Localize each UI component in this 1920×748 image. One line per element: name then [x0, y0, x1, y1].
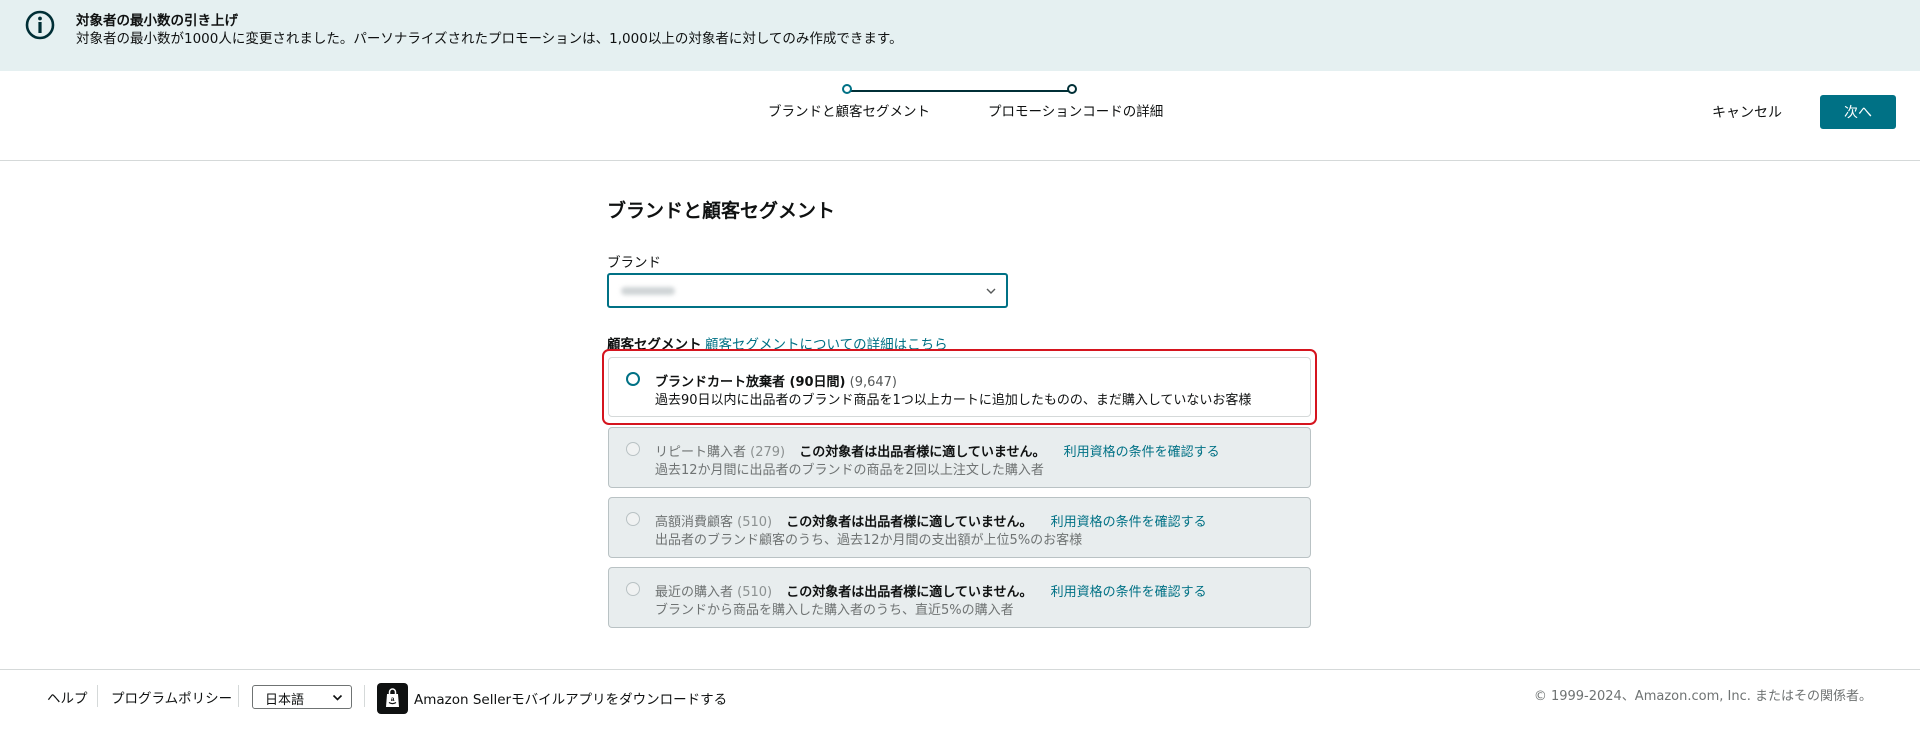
segment-option-recent-buyers: 最近の購入者 (510) この対象者は出品者様に適していません。 利用資格の条件…: [608, 567, 1311, 628]
chevron-down-icon: [332, 694, 343, 701]
info-icon: [25, 10, 55, 40]
option-heading: 最近の購入者 (510) この対象者は出品者様に適していません。 利用資格の条件…: [655, 581, 1207, 600]
option-title: ブランドカート放棄者 (90日間): [655, 375, 846, 390]
brand-value-redacted: [621, 287, 675, 295]
radio-button[interactable]: [626, 372, 640, 386]
program-policy-link[interactable]: プログラムポリシー: [111, 687, 232, 707]
option-heading: ブランドカート放棄者 (90日間) (9,647): [655, 371, 897, 390]
copyright-text: © 1999-2024、Amazon.com, Inc. またはその関係者。: [1533, 689, 1872, 704]
page-footer: ヘルプ プログラムポリシー 日本語 a Amazon Sellerモバイルアプリ…: [0, 669, 1920, 748]
chevron-down-icon: [986, 288, 996, 294]
brand-select[interactable]: [607, 273, 1008, 308]
option-heading: リピート購入者 (279) この対象者は出品者様に適していません。 利用資格の条…: [655, 441, 1220, 460]
segment-help-link[interactable]: 顧客セグメントについての詳細はこちら: [705, 333, 948, 353]
footer-divider: [238, 685, 239, 707]
help-link[interactable]: ヘルプ: [47, 687, 88, 707]
ineligible-warning: この対象者は出品者様に適していません。: [786, 515, 1033, 530]
ineligible-warning: この対象者は出品者様に適していません。: [799, 445, 1046, 460]
download-app-link[interactable]: Amazon Sellerモバイルアプリをダウンロードする: [414, 688, 727, 708]
eligibility-criteria-link[interactable]: 利用資格の条件を確認する: [1051, 515, 1207, 530]
option-title: 最近の購入者: [655, 585, 734, 600]
option-description: 過去90日以内に出品者のブランド商品を1つ以上カートに追加したものの、まだ購入し…: [655, 393, 1252, 408]
option-count: (510): [737, 585, 773, 600]
alert-title: 対象者の最小数の引き上げ: [76, 13, 238, 29]
option-count: (9,647): [849, 375, 898, 390]
option-title: リピート購入者: [655, 445, 747, 460]
step-label-promo-code-details: プロモーションコードの詳細: [988, 104, 1164, 120]
svg-text:a: a: [391, 696, 395, 703]
option-description: ブランドから商品を購入した購入者のうち、直近5%の購入者: [655, 603, 1014, 618]
alert-message: 対象者の最小数が1000人に変更されました。パーソナライズされたプロモーションは…: [76, 31, 903, 47]
step-label-brand-segment: ブランドと顧客セグメント: [768, 104, 930, 120]
radio-button-disabled: [626, 582, 640, 596]
option-description: 出品者のブランド顧客のうち、過去12か月間の支出額が上位5%のお客様: [655, 533, 1083, 548]
segment-option-repeat-buyers: リピート購入者 (279) この対象者は出品者様に適していません。 利用資格の条…: [608, 427, 1311, 488]
language-select[interactable]: 日本語: [252, 685, 352, 709]
eligibility-criteria-link[interactable]: 利用資格の条件を確認する: [1051, 585, 1207, 600]
option-heading: 高額消費顧客 (510) この対象者は出品者様に適していません。 利用資格の条件…: [655, 511, 1207, 530]
option-title: 高額消費顧客: [655, 515, 734, 530]
shopping-bag-icon: a: [386, 688, 399, 707]
ineligible-warning: この対象者は出品者様に適していません。: [786, 585, 1033, 600]
step-indicator-2: [1067, 84, 1077, 94]
customer-segment-label: 顧客セグメント: [607, 337, 702, 353]
step-indicator-1: [842, 84, 852, 94]
language-value: 日本語: [265, 693, 305, 708]
stepper-progress-line: [850, 90, 1072, 92]
next-button[interactable]: 次へ: [1820, 95, 1896, 129]
segment-option-high-spend: 高額消費顧客 (510) この対象者は出品者様に適していません。 利用資格の条件…: [608, 497, 1311, 558]
segment-option-cart-abandoners[interactable]: ブランドカート放棄者 (90日間) (9,647) 過去90日以内に出品者のブラ…: [608, 357, 1311, 417]
min-audience-alert-banner: 対象者の最小数の引き上げ 対象者の最小数が1000人に変更されました。パーソナラ…: [0, 0, 1920, 71]
radio-button-disabled: [626, 512, 640, 526]
amazon-seller-app-icon[interactable]: a: [377, 683, 408, 714]
footer-divider: [97, 685, 98, 707]
eligibility-criteria-link[interactable]: 利用資格の条件を確認する: [1064, 445, 1220, 460]
option-count: (510): [737, 515, 773, 530]
radio-button-disabled: [626, 442, 640, 456]
cancel-button[interactable]: キャンセル: [1712, 102, 1782, 122]
footer-divider: [364, 685, 365, 707]
option-description: 過去12か月間に出品者のブランドの商品を2回以上注文した購入者: [655, 463, 1044, 478]
brand-field-label: ブランド: [607, 255, 661, 271]
wizard-header: ブランドと顧客セグメント プロモーションコードの詳細 キャンセル 次へ: [0, 71, 1920, 161]
section-title: ブランドと顧客セグメント: [607, 200, 836, 222]
option-count: (279): [750, 445, 786, 460]
